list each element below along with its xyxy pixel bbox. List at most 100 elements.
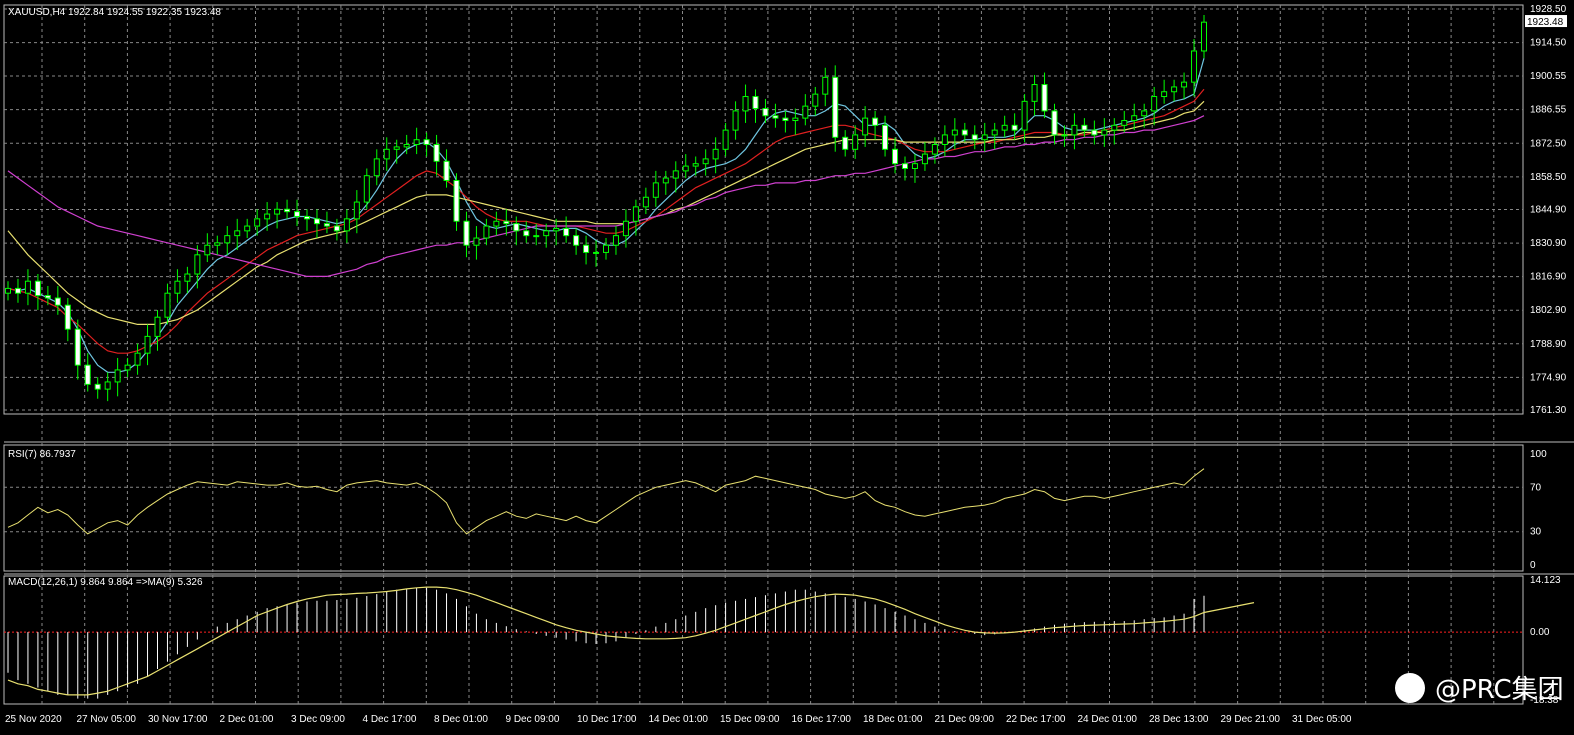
time-axis-label: 31 Dec 05:00 (1292, 714, 1352, 725)
candle-body (134, 352, 141, 366)
candle-body (642, 196, 649, 208)
price-tick-label: 1802.90 (1530, 305, 1567, 316)
candle-body (1081, 124, 1088, 131)
candle-body (373, 158, 380, 177)
candle-body (523, 230, 530, 237)
time-axis-label: 18 Dec 01:00 (863, 714, 923, 725)
price-tick-label: 1761.30 (1530, 405, 1567, 416)
candle-body (353, 201, 360, 220)
candle-body (443, 160, 450, 181)
candle-body (742, 96, 749, 112)
candle-body (921, 153, 928, 165)
candle-body (842, 136, 849, 150)
candle-body (473, 237, 480, 246)
watermark-logo-icon (1395, 673, 1425, 703)
candle-body (1111, 124, 1118, 131)
candle-body (672, 170, 679, 179)
rsi-label: RSI(7) 86.7937 (8, 449, 76, 460)
candle-body (44, 295, 51, 299)
candle-body (1021, 100, 1028, 131)
candle-body (114, 369, 121, 383)
time-axis-label: 4 Dec 17:00 (363, 714, 417, 725)
time-axis-label: 9 Dec 09:00 (506, 714, 560, 725)
candle-body (892, 148, 899, 165)
candle-body (214, 242, 221, 246)
candle-body (294, 211, 301, 217)
trading-chart[interactable]: 1928.50 1914.50 1900.55 1886.55 1872.50 1858.… (0, 0, 1574, 735)
candle-body (822, 76, 829, 95)
price-tick-label: 1830.90 (1530, 238, 1567, 249)
price-tick-label: 1872.50 (1530, 138, 1567, 149)
candle-body (313, 218, 320, 225)
candle-body (383, 148, 390, 160)
candle-body (553, 227, 560, 232)
candle-body (1061, 134, 1068, 137)
candle-body (662, 177, 669, 184)
candle-body (154, 316, 161, 337)
time-axis-label: 3 Dec 09:00 (291, 714, 345, 725)
candle-body (74, 328, 81, 366)
time-axis-label: 10 Dec 17:00 (577, 714, 637, 725)
rsi-tick-label: 30 (1530, 527, 1542, 538)
candle-body (902, 163, 908, 169)
candle-body (533, 235, 540, 238)
candle-body (563, 227, 570, 237)
time-axis-label: 21 Dec 09:00 (935, 714, 995, 725)
candle-body (612, 235, 619, 246)
time-axis-label: 2 Dec 01:00 (220, 714, 274, 725)
time-axis-label: 16 Dec 17:00 (792, 714, 852, 725)
time-axis-label: 27 Nov 05:00 (77, 714, 137, 725)
candle-body (194, 254, 201, 275)
chart-background (0, 0, 1574, 735)
candle-body (792, 117, 799, 122)
candle-body (911, 163, 918, 169)
current-price-label: 1923.48 (1527, 17, 1564, 28)
candle-body (832, 76, 839, 138)
candle-body (543, 230, 550, 237)
price-tick-label: 1928.50 (1530, 4, 1567, 15)
symbol-info: XAUUSD,H4 1922.84 1924.55 1922.35 1923.4… (8, 7, 221, 18)
macd-tick-label: 0.00 (1530, 627, 1550, 638)
candle-body (234, 230, 241, 237)
candle-body (333, 225, 340, 232)
candle-body (1191, 50, 1198, 83)
candle-body (1091, 129, 1098, 136)
candle-body (941, 134, 948, 146)
candle-body (1041, 84, 1048, 112)
candle-body (573, 235, 580, 246)
candle-body (931, 144, 938, 155)
candle-body (593, 251, 600, 254)
candle-body (503, 220, 510, 225)
price-tick-label: 1788.90 (1530, 339, 1567, 350)
candle-body (463, 220, 470, 246)
time-axis-label: 15 Dec 09:00 (720, 714, 780, 725)
rsi-tick-label: 100 (1530, 449, 1547, 460)
candle-body (513, 223, 520, 232)
candle-body (433, 144, 440, 162)
candle-body (54, 297, 61, 306)
candle-body (323, 223, 330, 227)
watermark-text: @PRC集团 (1435, 675, 1564, 705)
candle-body (24, 280, 31, 294)
candle-body (34, 280, 41, 297)
candle-body (652, 182, 659, 198)
candle-body (961, 129, 968, 136)
candle-body (1031, 84, 1038, 102)
candle-body (812, 93, 819, 107)
candle-body (1101, 129, 1108, 136)
candle-body (1051, 110, 1058, 136)
candle-body (632, 206, 639, 222)
candle-body (5, 287, 11, 294)
candle-body (722, 129, 729, 150)
candle-body (991, 129, 998, 136)
candle-body (104, 381, 111, 390)
candle-body (453, 179, 460, 222)
candle-body (304, 215, 310, 220)
candle-body (622, 220, 629, 237)
price-tick-label: 1844.90 (1530, 205, 1567, 216)
time-axis-label: 30 Nov 17:00 (148, 714, 208, 725)
candle-body (124, 364, 131, 371)
candle-body (84, 364, 91, 385)
candle-body (1201, 21, 1207, 52)
candle-body (274, 208, 281, 215)
